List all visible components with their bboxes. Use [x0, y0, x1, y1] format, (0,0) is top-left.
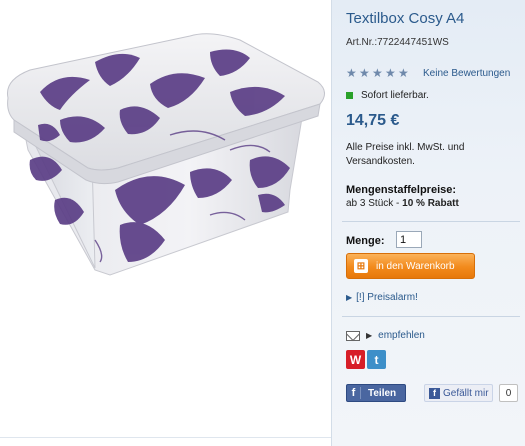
stock-status-icon	[346, 92, 353, 99]
product-title: Textilbox Cosy A4	[346, 10, 465, 27]
star-icon: ★	[359, 66, 370, 80]
like-label: Gefällt mir	[443, 387, 489, 399]
add-to-cart-button[interactable]: ⊞ in den Warenkorb	[346, 253, 475, 279]
cart-icon: ⊞	[354, 259, 368, 273]
share-label: Teilen	[368, 387, 397, 399]
star-icon: ★	[398, 66, 409, 80]
price-alarm-link[interactable]: ▶ [!] Preisalarm!	[346, 292, 418, 303]
quantity-input[interactable]	[396, 231, 422, 248]
facebook-icon: f	[347, 387, 361, 399]
staffel-title: Mengenstaffelpreise:	[346, 184, 457, 196]
star-icon: ★	[372, 66, 383, 80]
social-icons: W t	[346, 350, 386, 369]
twitter-icon[interactable]: t	[367, 350, 386, 369]
storage-box-illustration	[6, 33, 325, 276]
mail-icon	[346, 330, 360, 341]
recommend-link[interactable]: ▶ empfehlen	[346, 330, 425, 341]
w-social-icon[interactable]: W	[346, 350, 365, 369]
rating-stars[interactable]: ★ ★ ★ ★ ★	[346, 67, 410, 79]
tax-note: Alle Preise inkl. MwSt. und Versandkoste…	[346, 142, 465, 167]
price-alarm-label: [!] Preisalarm!	[356, 292, 418, 303]
product-price: 14,75 €	[346, 112, 400, 129]
quantity-label: Menge:	[346, 235, 385, 247]
chevron-right-icon: ▶	[366, 331, 373, 340]
staffel-line: ab 3 Stück - 10 % Rabatt	[346, 198, 459, 209]
add-to-cart-label: in den Warenkorb	[376, 260, 455, 272]
like-count: 0	[499, 384, 518, 402]
staffel-discount: 10 % Rabatt	[402, 198, 459, 209]
reviews-link[interactable]: Keine Bewertungen	[423, 68, 510, 79]
product-info-panel: Textilbox Cosy A4 Art.Nr.:7722447451WS ★…	[331, 0, 525, 446]
facebook-icon: f	[429, 387, 440, 399]
recommend-label: empfehlen	[378, 330, 425, 341]
article-number: Art.Nr.:7722447451WS	[346, 37, 449, 48]
star-icon: ★	[346, 66, 357, 80]
divider	[342, 221, 520, 222]
staffel-prefix: ab 3 Stück -	[346, 198, 403, 209]
facebook-like-button[interactable]: f Gefällt mir	[424, 384, 493, 402]
star-icon: ★	[385, 66, 396, 80]
facebook-share-button[interactable]: f Teilen	[346, 384, 406, 402]
divider	[342, 316, 520, 317]
product-image[interactable]	[0, 0, 330, 446]
stock-status: Sofort lieferbar.	[361, 90, 429, 101]
chevron-right-icon: ▶	[346, 293, 353, 302]
